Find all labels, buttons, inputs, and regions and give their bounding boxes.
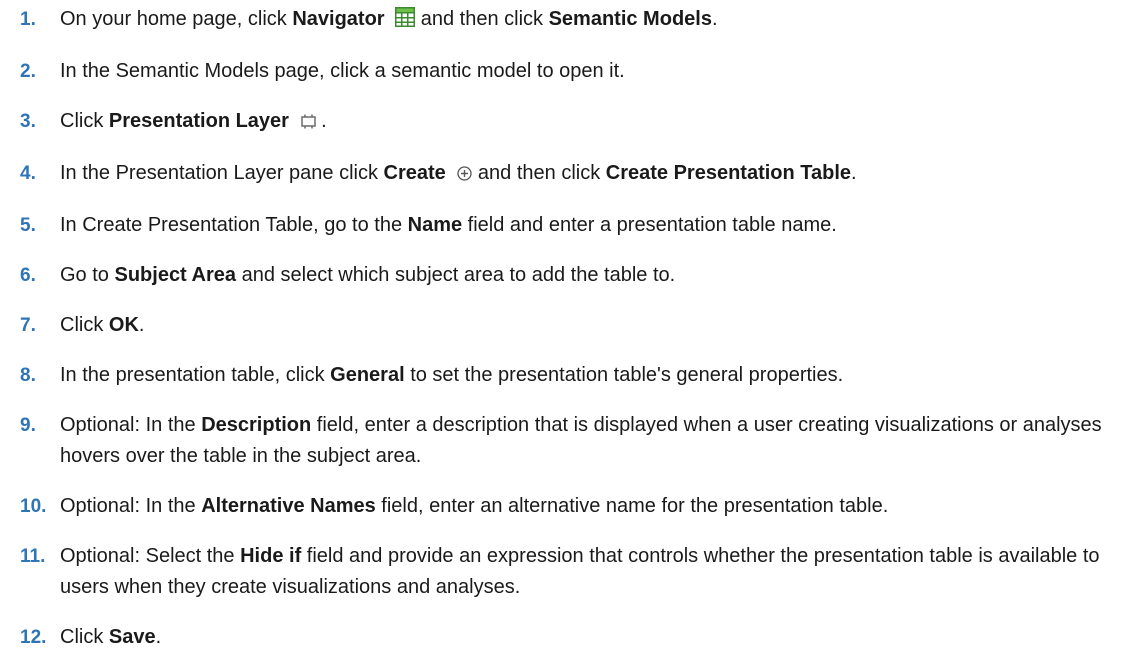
navigator-grid-icon bbox=[395, 6, 416, 37]
step-text: In the Presentation Layer pane click Cre… bbox=[60, 162, 857, 184]
step-text: Optional: In the Alternative Names field… bbox=[60, 495, 888, 517]
step-text: Click OK. bbox=[60, 314, 144, 336]
ui-term: General bbox=[330, 364, 405, 386]
ui-term: Semantic Models bbox=[548, 8, 712, 30]
create-plus-icon bbox=[457, 160, 473, 191]
step-number: 2. bbox=[20, 61, 36, 82]
step-8: 8. In the presentation table, click Gener… bbox=[0, 360, 1124, 391]
step-number: 6. bbox=[20, 265, 36, 286]
step-text-run: field and enter a presentation table nam… bbox=[462, 214, 837, 236]
step-text-run: Optional: Select the bbox=[60, 545, 241, 567]
step-text-run: In the Semantic Models page, click a sem… bbox=[60, 60, 625, 82]
ui-term: Hide if bbox=[240, 545, 302, 567]
step-text-run: Optional: In the bbox=[60, 414, 202, 436]
ui-term: Presentation Layer bbox=[108, 110, 289, 132]
step-5: 5. In Create Presentation Table, go to th… bbox=[0, 210, 1124, 241]
step-text-run: . bbox=[155, 626, 162, 648]
step-9: 9. Optional: In the Description field, en… bbox=[0, 410, 1124, 472]
ui-term: Subject Area bbox=[114, 264, 237, 286]
step-number: 11. bbox=[20, 546, 46, 567]
step-text-run: On your home page, click bbox=[60, 8, 293, 30]
step-text-run: Click bbox=[60, 314, 109, 336]
step-text-run: to set the presentation table's general … bbox=[404, 364, 844, 386]
step-number: 4. bbox=[20, 163, 36, 184]
step-text-run: In the presentation table, click bbox=[60, 364, 331, 386]
step-text-run: and then click bbox=[477, 162, 606, 184]
step-4: 4. In the Presentation Layer pane click C… bbox=[0, 158, 1124, 191]
step-text-run: Click bbox=[60, 626, 109, 648]
step-text-run: and select which subject area to add the… bbox=[236, 264, 676, 286]
step-7: 7. Click OK. bbox=[0, 310, 1124, 341]
ui-term: Description bbox=[201, 414, 312, 436]
step-text-run: . bbox=[711, 8, 718, 30]
instruction-steps-list: 1. On your home page, click Navigator and… bbox=[0, 0, 1124, 653]
step-text-run: . bbox=[321, 110, 327, 132]
step-text-run: Optional: In the bbox=[60, 495, 202, 517]
step-number: 1. bbox=[20, 9, 36, 30]
step-text-run: Go to bbox=[60, 264, 115, 286]
step-text: In Create Presentation Table, go to the … bbox=[60, 214, 837, 236]
step-2: 2. In the Semantic Models page, click a s… bbox=[0, 56, 1124, 87]
step-text: On your home page, click Navigator and t… bbox=[60, 7, 718, 30]
step-11: 11. Optional: Select the Hide if field an… bbox=[0, 541, 1124, 603]
ui-term: Name bbox=[407, 214, 463, 236]
step-10: 10. Optional: In the Alternative Names fi… bbox=[0, 491, 1124, 522]
step-text: Optional: Select the Hide if field and p… bbox=[60, 545, 1100, 598]
presentation-layer-icon bbox=[300, 108, 316, 139]
step-text-run: field, enter an alternative name for the… bbox=[375, 495, 889, 517]
step-number: 8. bbox=[20, 365, 36, 386]
step-text: Go to Subject Area and select which subj… bbox=[60, 264, 675, 286]
ui-term: Alternative Names bbox=[201, 495, 376, 517]
step-3: 3. Click Presentation Layer . bbox=[0, 106, 1124, 139]
step-text: In the presentation table, click General… bbox=[60, 364, 843, 386]
ui-term: Create Presentation Table bbox=[605, 162, 852, 184]
step-text: In the Semantic Models page, click a sem… bbox=[60, 60, 625, 82]
step-number: 12. bbox=[20, 627, 47, 648]
step-text-run: . bbox=[851, 162, 857, 184]
step-number: 3. bbox=[20, 111, 36, 132]
step-text-run: Click bbox=[60, 110, 109, 132]
step-text: Click Presentation Layer . bbox=[60, 110, 327, 132]
step-1: 1. On your home page, click Navigator and… bbox=[0, 4, 1124, 37]
ui-term: Save bbox=[108, 626, 156, 648]
ui-term: Navigator bbox=[292, 8, 385, 30]
step-text: Click Save. bbox=[60, 626, 161, 648]
ui-term: OK bbox=[108, 314, 139, 336]
step-number: 9. bbox=[20, 415, 36, 436]
step-text-run: . bbox=[138, 314, 145, 336]
step-number: 5. bbox=[20, 215, 36, 236]
step-number: 10. bbox=[20, 496, 47, 517]
step-6: 6. Go to Subject Area and select which su… bbox=[0, 260, 1124, 291]
step-12: 12. Click Save. bbox=[0, 622, 1124, 653]
step-text-run: In the Presentation Layer pane click bbox=[60, 162, 384, 184]
step-text-run: and then click bbox=[420, 8, 549, 30]
step-text-run: In Create Presentation Table, go to the bbox=[60, 214, 408, 236]
ui-term: Create bbox=[383, 162, 446, 184]
step-text: Optional: In the Description field, ente… bbox=[60, 414, 1102, 467]
step-number: 7. bbox=[20, 315, 36, 336]
